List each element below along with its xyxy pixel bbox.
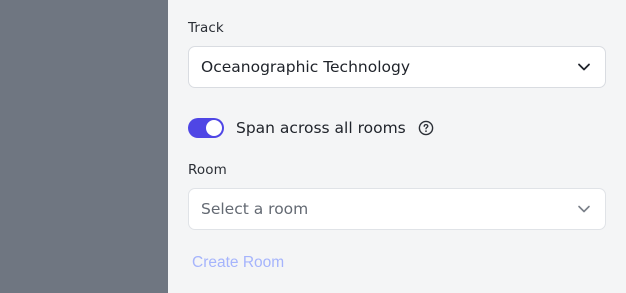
room-select[interactable]: Select a room <box>188 188 606 230</box>
create-room-panel: Track Oceanographic Technology Span acro… <box>168 0 626 293</box>
overlay-backdrop[interactable] <box>0 0 168 293</box>
span-all-rooms-row: Span across all rooms <box>188 117 434 139</box>
room-label: Room <box>188 162 227 178</box>
track-select[interactable]: Oceanographic Technology <box>188 46 606 88</box>
span-all-rooms-toggle[interactable] <box>188 118 224 138</box>
room-select-placeholder: Select a room <box>201 200 309 218</box>
chevron-down-icon <box>578 63 590 71</box>
create-room-button[interactable]: Create Room <box>192 254 284 272</box>
toggle-knob <box>206 120 222 136</box>
track-select-value: Oceanographic Technology <box>201 58 411 76</box>
page: Track Oceanographic Technology Span acro… <box>0 0 626 293</box>
track-label: Track <box>188 20 224 36</box>
chevron-down-icon <box>578 205 590 213</box>
span-all-rooms-label: Span across all rooms <box>236 119 406 137</box>
question-circle-icon[interactable] <box>418 120 434 136</box>
